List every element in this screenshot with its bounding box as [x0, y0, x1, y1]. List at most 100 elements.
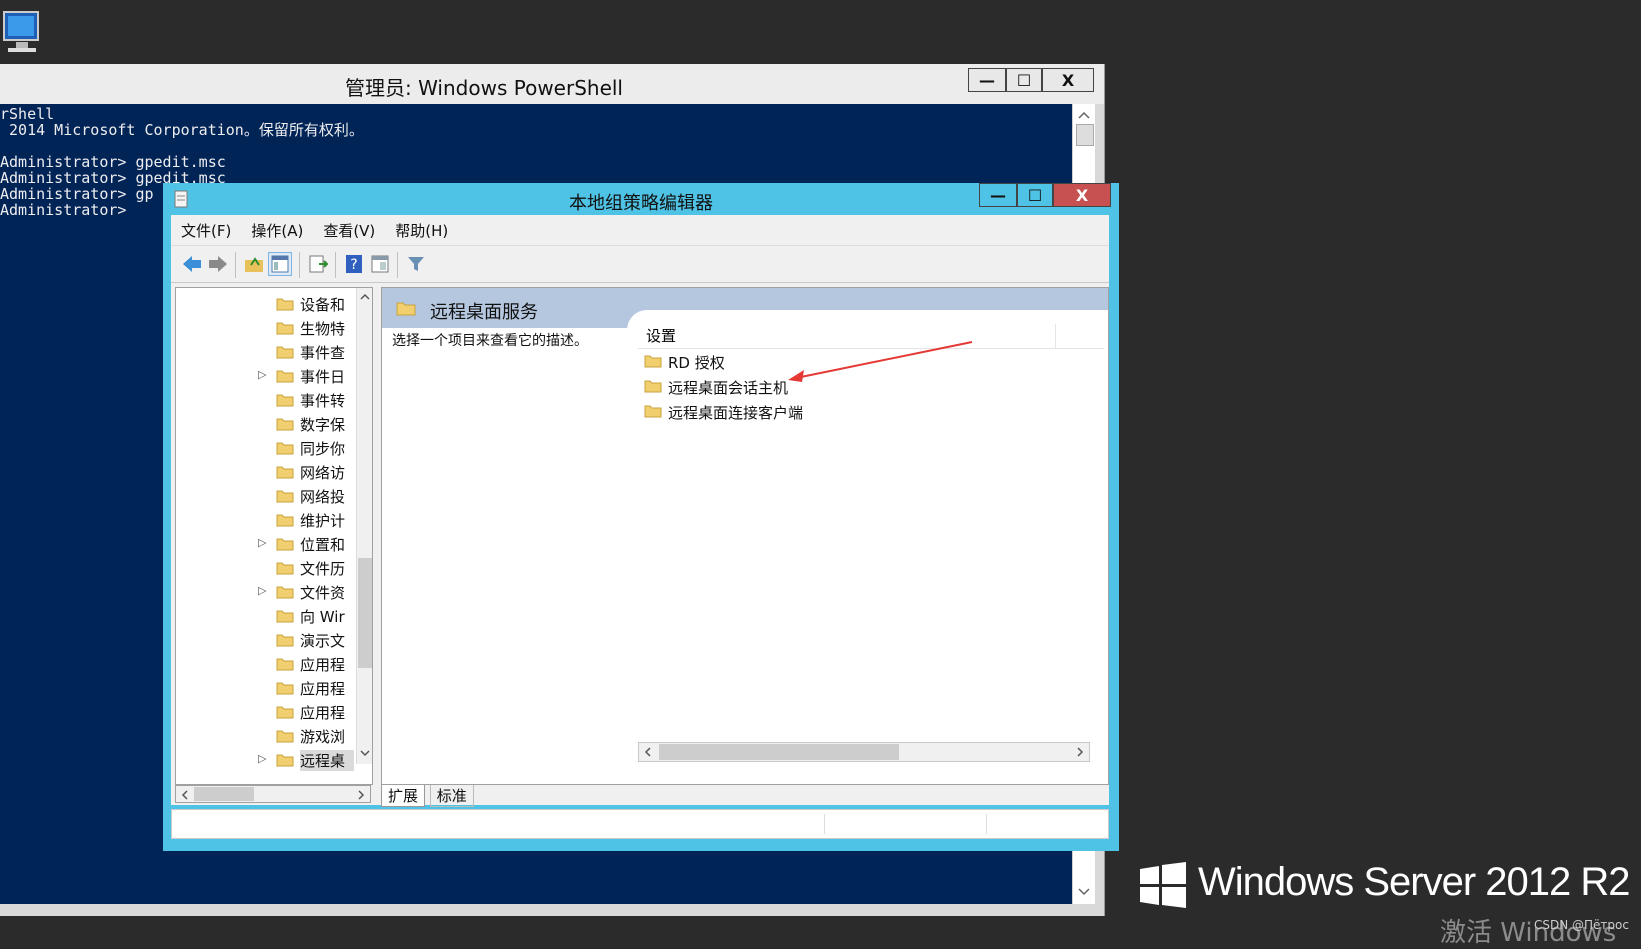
folder-icon [276, 322, 294, 335]
annotation-arrow [788, 341, 973, 382]
tree-item[interactable]: ▷ 事件日 [176, 364, 372, 388]
folder-icon [276, 538, 294, 551]
back-arrow-icon[interactable] [181, 253, 203, 275]
help-icon[interactable]: ? [343, 253, 365, 275]
folder-icon [396, 302, 416, 316]
tree-item[interactable]: 文件历 [176, 556, 372, 580]
powershell-minimize-button[interactable]: — [968, 68, 1006, 92]
folder-icon [276, 490, 294, 503]
tab-extended[interactable]: 扩展 [381, 785, 426, 807]
gpedit-minimize-button[interactable]: — [979, 183, 1017, 207]
powershell-close-button[interactable]: X [1042, 68, 1094, 92]
list-item-label: 远程桌面会话主机 [668, 379, 789, 397]
tree-item[interactable]: 应用程 [176, 652, 372, 676]
folder-icon [276, 706, 294, 719]
scroll-up-arrow-icon[interactable] [1077, 110, 1091, 120]
folder-icon [276, 586, 294, 599]
tree-item-label: 网络投 [300, 488, 346, 506]
folder-icon [276, 418, 294, 431]
folder-icon [276, 610, 294, 623]
export-list-icon[interactable] [307, 253, 329, 275]
show-hide-tree-icon[interactable] [268, 252, 292, 276]
menu-action[interactable]: 操作(A) [241, 220, 313, 241]
powershell-scroll-thumb[interactable] [1076, 124, 1094, 146]
gpedit-close-button[interactable]: X [1053, 183, 1111, 207]
menu-view[interactable]: 查看(V) [313, 220, 385, 241]
tree-item[interactable]: 事件查 [176, 340, 372, 364]
folder-icon [276, 682, 294, 695]
scroll-down-arrow-icon[interactable] [359, 748, 371, 758]
tree-horizontal-scrollbar[interactable] [175, 785, 371, 803]
folder-icon [276, 514, 294, 527]
tree-item[interactable]: 同步你 [176, 436, 372, 460]
tree-item-label: 向 Wir [300, 608, 345, 626]
tree-hscroll-thumb[interactable] [194, 787, 254, 801]
tree-item-label: 演示文 [300, 632, 346, 650]
expand-arrow-icon[interactable]: ▷ [258, 752, 266, 765]
expand-arrow-icon[interactable]: ▷ [258, 536, 266, 549]
tree-item[interactable]: ▷ 远程桌 [176, 748, 372, 772]
menu-help[interactable]: 帮助(H) [385, 220, 458, 241]
gpedit-menubar: 文件(F) 操作(A) 查看(V) 帮助(H) [171, 215, 1109, 245]
view-tabs: 扩展 标准 [381, 785, 474, 807]
tree-item[interactable]: 设备和 [176, 292, 372, 316]
folder-icon [276, 562, 294, 575]
console-line: 2014 Microsoft Corporation。保留所有权利。 [0, 121, 364, 139]
folder-icon [644, 405, 662, 418]
tree-item[interactable]: ▷ 位置和 [176, 532, 372, 556]
tree-item[interactable]: 维护计 [176, 508, 372, 532]
details-horizontal-scrollbar[interactable] [638, 742, 1090, 762]
scroll-right-arrow-icon[interactable] [1075, 746, 1085, 758]
tree-scroll-thumb[interactable] [358, 558, 372, 668]
scroll-down-arrow-icon[interactable] [1077, 887, 1091, 897]
tree-item-label: 应用程 [300, 704, 346, 722]
folder-icon [644, 380, 662, 393]
list-item-label: 远程桌面连接客户端 [668, 404, 804, 422]
scroll-left-arrow-icon[interactable] [643, 746, 653, 758]
tree-item[interactable]: 游戏浏 [176, 724, 372, 748]
forward-arrow-icon[interactable] [207, 253, 229, 275]
properties-view-icon[interactable] [369, 253, 391, 275]
tree-item-label: 文件资 [300, 584, 346, 602]
scroll-up-arrow-icon[interactable] [359, 292, 371, 302]
gpedit-maximize-button[interactable]: ☐ [1017, 183, 1053, 207]
tree-item-label: 设备和 [300, 296, 346, 314]
folder-icon [276, 634, 294, 647]
gpedit-titlebar[interactable]: 本地组策略编辑器 — ☐ X [163, 183, 1119, 215]
tree-item-label: 文件历 [300, 560, 346, 578]
tree-item[interactable]: 网络投 [176, 484, 372, 508]
policy-tree[interactable]: 设备和生物特事件查 ▷ 事件日 事件转 数字保 同步你网络访网络投维护计 ▷ 位置和文件历 ▷ 文… [175, 287, 373, 785]
csdn-credit: CSDN @Пётрос [1534, 918, 1629, 932]
tree-item[interactable]: 数字保 [176, 412, 372, 436]
status-bar [171, 809, 1109, 839]
powershell-title: 管理员: Windows PowerShell [345, 76, 623, 100]
tree-item-label: 网络访 [300, 464, 346, 482]
gpedit-toolbar: ? [171, 245, 1109, 283]
powershell-titlebar[interactable]: 管理员: Windows PowerShell — ☐ X [0, 64, 1104, 104]
tree-item[interactable]: 生物特 [176, 316, 372, 340]
tree-item[interactable]: 演示文 [176, 628, 372, 652]
tree-item[interactable]: 应用程 [176, 676, 372, 700]
tree-item[interactable]: 向 Wir [176, 604, 372, 628]
folder-icon [276, 346, 294, 359]
tree-item-label: 事件查 [300, 344, 346, 362]
console-line: Administrator> gp [0, 185, 154, 203]
expand-arrow-icon[interactable]: ▷ [258, 368, 266, 381]
scroll-left-arrow-icon[interactable] [180, 789, 190, 801]
expand-arrow-icon[interactable]: ▷ [258, 584, 266, 597]
tree-item[interactable]: 网络访 [176, 460, 372, 484]
gpedit-title: 本地组策略编辑器 [569, 193, 713, 214]
tree-vertical-scrollbar[interactable] [356, 288, 372, 764]
menu-file[interactable]: 文件(F) [171, 220, 241, 241]
tree-item[interactable]: 事件转 [176, 388, 372, 412]
tree-item[interactable]: ▷ 文件资 [176, 580, 372, 604]
up-folder-icon[interactable] [243, 253, 265, 275]
scroll-right-arrow-icon[interactable] [356, 789, 366, 801]
filter-icon[interactable] [405, 253, 427, 275]
tab-standard[interactable]: 标准 [429, 785, 474, 807]
tree-item[interactable]: 应用程 [176, 700, 372, 724]
computer-desktop-icon[interactable] [0, 8, 44, 58]
powershell-maximize-button[interactable]: ☐ [1006, 68, 1042, 92]
details-hscroll-thumb[interactable] [659, 744, 899, 760]
os-watermark: Windows Server 2012 R2 [1198, 860, 1631, 904]
